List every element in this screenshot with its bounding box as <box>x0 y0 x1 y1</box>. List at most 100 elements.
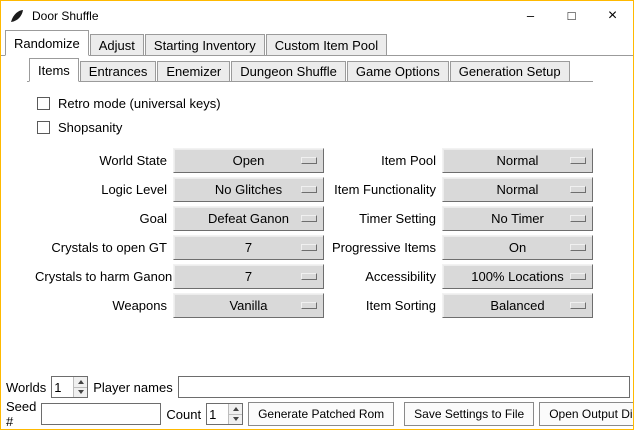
logic-level-label: Logic Level <box>35 182 167 197</box>
crystals-harm-ganon-dropdown[interactable]: 7 <box>173 264 324 289</box>
dropdown-indicator-icon <box>570 186 586 193</box>
seed-row: Seed # Count Generate Patched Rom Save S… <box>6 402 630 426</box>
dropdown-indicator-icon <box>301 273 317 280</box>
timer-setting-dropdown[interactable]: No Timer <box>442 206 593 231</box>
seed-input[interactable] <box>41 403 161 425</box>
retro-mode-checkbox[interactable] <box>37 97 50 110</box>
item-functionality-label: Item Functionality <box>330 182 436 197</box>
crystals-harm-ganon-value: 7 <box>245 269 252 284</box>
options-grid: World State Open Item Pool Normal Logic … <box>35 148 593 318</box>
item-functionality-dropdown[interactable]: Normal <box>442 177 593 202</box>
worlds-spinbox <box>51 376 88 398</box>
tab-generation-setup[interactable]: Generation Setup <box>450 61 570 81</box>
spacer <box>1 318 633 375</box>
worlds-row: Worlds Player names <box>6 375 630 399</box>
tab-dungeon-shuffle[interactable]: Dungeon Shuffle <box>231 61 346 81</box>
goal-value: Defeat Ganon <box>208 211 289 226</box>
crystals-open-gt-dropdown[interactable]: 7 <box>173 235 324 260</box>
chevron-down-icon <box>78 390 84 394</box>
accessibility-value: 100% Locations <box>471 269 564 284</box>
spin-up-button[interactable] <box>229 404 242 414</box>
logic-level-dropdown[interactable]: No Glitches <box>173 177 324 202</box>
goal-dropdown[interactable]: Defeat Ganon <box>173 206 324 231</box>
spin-down-button[interactable] <box>229 414 242 425</box>
spin-up-button[interactable] <box>74 377 87 387</box>
open-output-directory-button[interactable]: Open Output Directory <box>539 402 634 426</box>
shopsanity-label: Shopsanity <box>58 120 122 135</box>
timer-setting-value: No Timer <box>491 211 544 226</box>
item-pool-label: Item Pool <box>330 153 436 168</box>
window-controls: – □ × <box>510 1 633 30</box>
tab-entrances[interactable]: Entrances <box>80 61 157 81</box>
items-pane: Retro mode (universal keys) Shopsanity W… <box>27 82 593 318</box>
item-sorting-label: Item Sorting <box>330 298 436 313</box>
tab-enemizer-label: Enemizer <box>166 64 221 79</box>
count-input[interactable] <box>207 404 228 424</box>
chevron-up-icon <box>233 407 239 411</box>
crystals-open-gt-value: 7 <box>245 240 252 255</box>
progressive-items-dropdown[interactable]: On <box>442 235 593 260</box>
worlds-input[interactable] <box>52 377 73 397</box>
spin-down-button[interactable] <box>74 387 87 398</box>
world-state-dropdown[interactable]: Open <box>173 148 324 173</box>
tab-game-options[interactable]: Game Options <box>347 61 449 81</box>
goal-label: Goal <box>35 211 167 226</box>
accessibility-dropdown[interactable]: 100% Locations <box>442 264 593 289</box>
worlds-spin-buttons <box>73 377 87 397</box>
inner-tabbar: Items Entrances Enemizer Dungeon Shuffle… <box>27 58 593 82</box>
generate-patched-rom-button[interactable]: Generate Patched Rom <box>248 402 394 426</box>
dropdown-indicator-icon <box>301 215 317 222</box>
crystals-harm-ganon-label: Crystals to harm Ganon <box>35 269 167 284</box>
tab-starting-inventory[interactable]: Starting Inventory <box>145 34 265 55</box>
weapons-value: Vanilla <box>229 298 267 313</box>
item-sorting-value: Balanced <box>490 298 544 313</box>
tab-entrances-label: Entrances <box>89 64 148 79</box>
dropdown-indicator-icon <box>301 302 317 309</box>
save-settings-button[interactable]: Save Settings to File <box>404 402 534 426</box>
world-state-label: World State <box>35 153 167 168</box>
tab-adjust-label: Adjust <box>99 38 135 53</box>
maximize-button[interactable]: □ <box>551 1 592 30</box>
dropdown-indicator-icon <box>570 157 586 164</box>
item-sorting-dropdown[interactable]: Balanced <box>442 293 593 318</box>
tab-items-label: Items <box>38 63 70 78</box>
tab-randomize[interactable]: Randomize <box>5 30 89 56</box>
dropdown-indicator-icon <box>570 273 586 280</box>
retro-mode-row[interactable]: Retro mode (universal keys) <box>37 94 593 112</box>
shopsanity-checkbox[interactable] <box>37 121 50 134</box>
player-names-input[interactable] <box>178 376 630 398</box>
window: Door Shuffle – □ × Randomize Adjust Star… <box>0 0 634 430</box>
minimize-icon: – <box>527 8 534 23</box>
weapons-dropdown[interactable]: Vanilla <box>173 293 324 318</box>
seed-label: Seed # <box>6 399 36 429</box>
count-label: Count <box>166 407 201 422</box>
tab-custom-item-pool[interactable]: Custom Item Pool <box>266 34 387 55</box>
inner-notebook: Items Entrances Enemizer Dungeon Shuffle… <box>27 58 593 318</box>
shopsanity-row[interactable]: Shopsanity <box>37 118 593 136</box>
item-pool-dropdown[interactable]: Normal <box>442 148 593 173</box>
close-button[interactable]: × <box>592 1 633 30</box>
player-names-label: Player names <box>93 380 172 395</box>
count-spinbox <box>206 403 243 425</box>
dropdown-indicator-icon <box>570 215 586 222</box>
item-pool-value: Normal <box>497 153 539 168</box>
tab-adjust[interactable]: Adjust <box>90 34 144 55</box>
outer-tabbar: Randomize Adjust Starting Inventory Cust… <box>1 30 633 56</box>
chevron-up-icon <box>78 380 84 384</box>
timer-setting-label: Timer Setting <box>330 211 436 226</box>
progressive-items-value: On <box>509 240 526 255</box>
retro-mode-label: Retro mode (universal keys) <box>58 96 221 111</box>
item-functionality-value: Normal <box>497 182 539 197</box>
maximize-icon: □ <box>568 8 576 23</box>
worlds-label: Worlds <box>6 380 46 395</box>
titlebar[interactable]: Door Shuffle – □ × <box>1 1 633 30</box>
tab-game-options-label: Game Options <box>356 64 440 79</box>
tab-enemizer[interactable]: Enemizer <box>157 61 230 81</box>
count-spin-buttons <box>228 404 242 424</box>
tab-items[interactable]: Items <box>29 58 79 82</box>
world-state-value: Open <box>233 153 265 168</box>
tab-dungeon-shuffle-label: Dungeon Shuffle <box>240 64 337 79</box>
minimize-button[interactable]: – <box>510 1 551 30</box>
close-icon: × <box>608 7 617 25</box>
crystals-open-gt-label: Crystals to open GT <box>35 240 167 255</box>
